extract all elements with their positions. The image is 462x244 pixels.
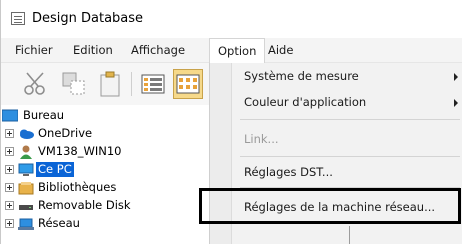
menu-item-systeme-de-mesure[interactable]: Système de mesure [210,66,462,88]
expand-icon[interactable] [5,147,14,156]
tree-item-label: VM138_WIN10 [38,144,122,158]
network-icon [18,218,34,230]
tree-item-removable-disk[interactable]: Removable Disk [1,197,209,215]
menu-item-reglages-dst[interactable]: Réglages DST... [210,162,462,184]
window-title: Design Database [32,11,144,26]
highlight-box [199,188,461,224]
background-window-edge [349,226,350,244]
copy-button[interactable] [59,69,89,99]
menu-bar: Fichier Edition Affichage Option Aide [1,38,462,64]
expand-icon[interactable] [5,165,14,174]
folder-tree: Bureau OneDrive VM138_WIN10 Ce PC Biblio… [1,105,209,244]
menu-fichier[interactable]: Fichier [7,38,61,63]
menu-aide[interactable]: Aide [260,38,301,63]
cut-button[interactable] [21,69,51,99]
menu-separator [240,119,460,120]
menu-item-label: Réglages DST... [244,165,333,179]
app-icon [11,12,25,25]
drive-icon [19,205,33,210]
library-icon [18,182,34,195]
list-view-button[interactable] [138,69,168,99]
menu-item-label: Link... [244,132,279,146]
tree-item-bureau[interactable]: Bureau [1,107,209,125]
expand-icon[interactable] [5,183,14,192]
toolbar [1,63,209,105]
menu-item-label: Couleur d'application [244,95,367,109]
tree-item-bibliotheques[interactable]: Bibliothèques [1,179,209,197]
user-icon [20,145,32,159]
computer-icon [18,163,34,176]
menu-item-couleur-application[interactable]: Couleur d'application [210,92,462,114]
menu-affichage[interactable]: Affichage [123,38,193,63]
tree-item-label: Bureau [23,108,65,122]
paste-icon [100,71,120,97]
menu-edition[interactable]: Edition [65,38,121,63]
copy-icon [62,72,85,95]
toolbar-separator [131,72,132,96]
menu-item-label: Système de mesure [244,69,359,83]
menu-option[interactable]: Option [209,38,266,64]
expand-icon[interactable] [5,219,14,228]
grid-view-icon [176,74,200,94]
title-bar: Design Database [1,0,462,38]
desktop-icon [2,109,18,122]
tree-item-label: Ce PC [36,162,74,177]
grid-view-button[interactable] [173,69,203,99]
cloud-icon [20,129,34,139]
tree-item-vm138[interactable]: VM138_WIN10 [1,143,209,161]
expand-icon[interactable] [5,201,14,210]
tree-item-label: Removable Disk [38,198,131,212]
menu-separator [240,156,460,157]
design-database-window: Design Database Fichier Edition Affichag… [0,0,462,244]
tree-item-label: OneDrive [38,126,93,140]
tree-item-label: Bibliothèques [38,180,117,194]
expand-icon[interactable] [5,129,14,138]
submenu-arrow-icon [454,99,458,107]
tree-item-ce-pc[interactable]: Ce PC [1,161,209,179]
tree-item-reseau[interactable]: Réseau [1,215,209,233]
tree-item-label: Réseau [38,216,80,230]
paste-button[interactable] [95,69,125,99]
menu-item-link: Link... [210,129,462,151]
tree-item-onedrive[interactable]: OneDrive [1,125,209,143]
submenu-arrow-icon [454,73,458,81]
list-view-icon [141,74,165,94]
scissors-icon [24,72,45,95]
